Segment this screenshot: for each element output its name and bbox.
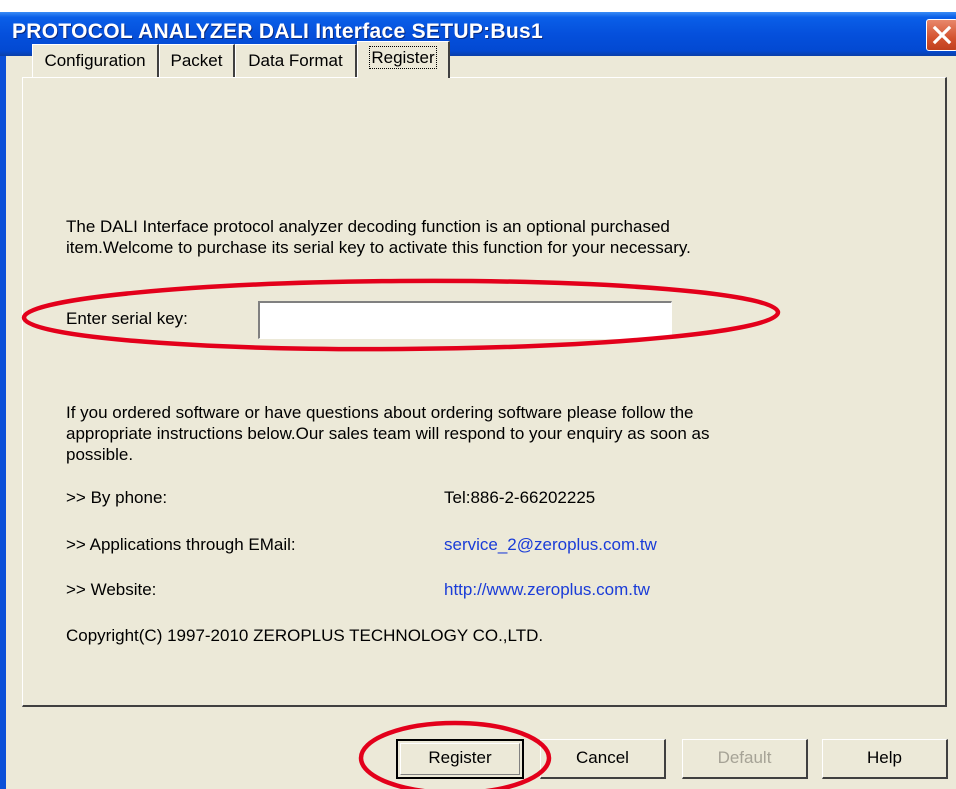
order-text-line3: possible. (66, 445, 134, 464)
tab-data-format[interactable]: Data Format (235, 44, 357, 78)
default-button-label: Default (717, 748, 772, 767)
intro-text-line2: item.Welcome to purchase its serial key … (66, 238, 691, 257)
close-icon (932, 25, 952, 45)
cancel-button-label: Cancel (576, 748, 629, 767)
serial-key-input[interactable] (258, 301, 672, 339)
help-button[interactable]: Help (822, 739, 948, 779)
contact-website-link[interactable]: http://www.zeroplus.com.tw (444, 579, 650, 600)
close-button[interactable] (926, 19, 956, 51)
cancel-button[interactable]: Cancel (540, 739, 666, 779)
register-button[interactable]: Register (396, 739, 524, 779)
contact-phone-value: Tel:886-2-66202225 (444, 488, 596, 507)
window-frame-left (0, 56, 6, 789)
tab-configuration-label: Configuration (44, 51, 146, 70)
contact-phone-label: >> By phone: (66, 488, 168, 507)
contact-email-label: >> Applications through EMail: (66, 535, 296, 554)
default-button[interactable]: Default (682, 739, 808, 779)
tab-data-format-label: Data Format (248, 51, 343, 70)
tab-packet[interactable]: Packet (159, 44, 235, 78)
intro-text-line1: The DALI Interface protocol analyzer dec… (66, 217, 670, 236)
tab-packet-label: Packet (170, 51, 223, 70)
tab-register[interactable]: Register (357, 41, 450, 78)
contact-email-link[interactable]: service_2@zeroplus.com.tw (444, 534, 657, 555)
register-button-label: Register (428, 748, 492, 767)
serial-key-label: Enter serial key: (66, 309, 188, 328)
order-text-line1: If you ordered software or have question… (66, 403, 694, 422)
help-button-label: Help (867, 748, 902, 767)
window-title: PROTOCOL ANALYZER DALI Interface SETUP:B… (12, 20, 543, 43)
copyright-text: Copyright(C) 1997-2010 ZEROPLUS TECHNOLO… (66, 626, 544, 645)
tab-configuration[interactable]: Configuration (32, 44, 159, 78)
tab-register-label: Register (369, 46, 437, 69)
register-panel (22, 77, 947, 707)
contact-website-label: >> Website: (66, 580, 157, 599)
order-text-line2: appropriate instructions below.Our sales… (66, 424, 710, 443)
